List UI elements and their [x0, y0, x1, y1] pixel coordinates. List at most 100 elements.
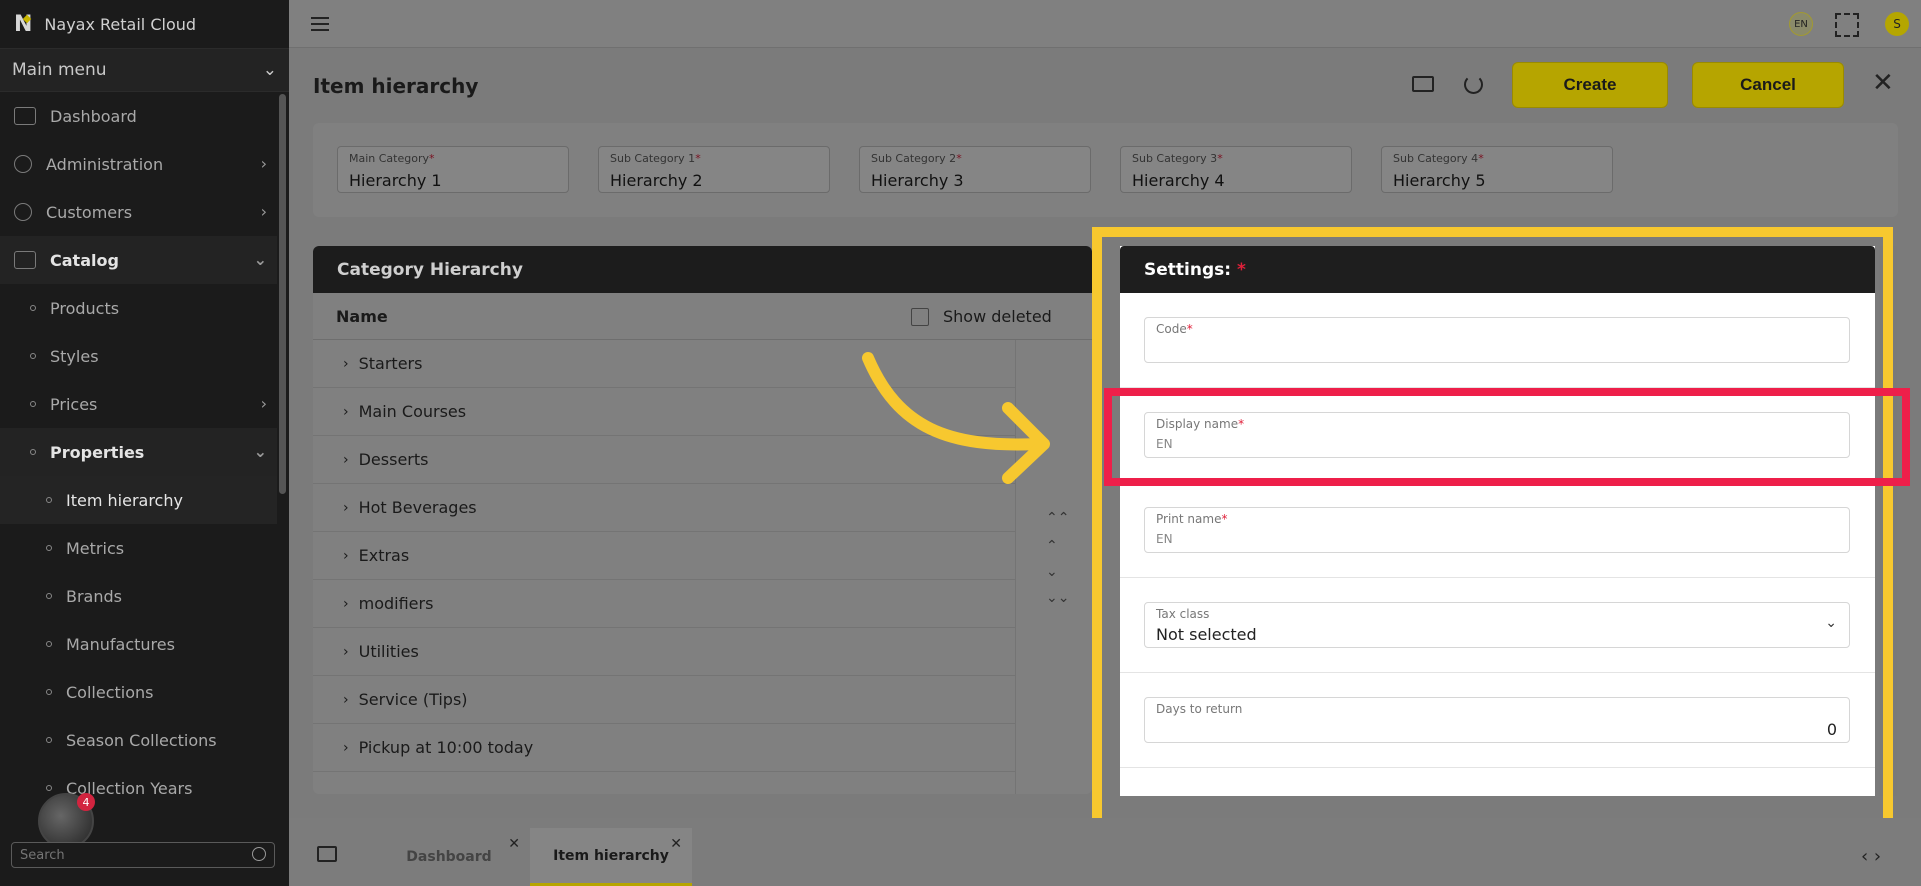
gear-icon	[14, 155, 32, 173]
show-deleted-toggle[interactable]: Show deleted	[911, 307, 1052, 326]
tab-item-hierarchy[interactable]: Item hierarchy ✕	[530, 828, 692, 886]
refresh-icon[interactable]	[1464, 75, 1483, 94]
chevron-down-icon: ⌄	[253, 442, 267, 461]
search-icon[interactable]	[252, 847, 266, 861]
close-icon[interactable]: ✕	[508, 836, 520, 852]
move-to-bottom-icon[interactable]: ⌄⌄	[1046, 590, 1069, 606]
hamburger-menu-icon[interactable]	[311, 17, 329, 31]
list-item[interactable]: › modifiers	[313, 580, 1015, 628]
show-deleted-checkbox[interactable]	[911, 307, 929, 326]
chevron-right-icon[interactable]: ›	[343, 452, 349, 468]
sub-category-3-field[interactable]: Sub Category 3* Hierarchy 4	[1120, 146, 1352, 193]
move-up-icon[interactable]: ⌃	[1046, 538, 1058, 554]
show-deleted-label: Show deleted	[943, 307, 1052, 326]
list-item[interactable]: › Utilities	[313, 628, 1015, 676]
divider	[1120, 387, 1875, 388]
app-name: Nayax Retail Cloud	[44, 14, 197, 34]
sidebar-item-products[interactable]: Products	[0, 284, 277, 332]
sub-category-2-field[interactable]: Sub Category 2* Hierarchy 3	[859, 146, 1091, 193]
main-category-field[interactable]: Main Category* Hierarchy 1	[337, 146, 569, 193]
tab-scroll-arrows[interactable]: ‹ ›	[1861, 846, 1881, 867]
language-selector[interactable]: EN	[1789, 12, 1813, 36]
field-label: Sub Category 1*	[610, 152, 701, 165]
required-marker: *	[1186, 322, 1193, 336]
create-button[interactable]: Create	[1512, 62, 1668, 108]
sidebar-item-customers[interactable]: Customers ›	[0, 188, 277, 236]
sidebar-item-catalog[interactable]: Catalog ⌄	[0, 236, 277, 284]
field-label-text: Display name	[1156, 417, 1239, 431]
app-logo[interactable]: N Nayax Retail Cloud	[0, 0, 289, 48]
code-field[interactable]: Code*	[1144, 317, 1850, 363]
field-label: Print name*	[1156, 512, 1227, 526]
settings-scrollbar[interactable]	[1879, 246, 1897, 796]
sidebar: N Nayax Retail Cloud Main menu ⌄ Dashboa…	[0, 0, 289, 886]
list-item[interactable]: › Service (Tips)	[313, 676, 1015, 724]
bullet-icon	[46, 545, 52, 551]
required-marker: *	[1217, 152, 1223, 165]
list-item[interactable]: › Pickup at 10:00 today	[313, 724, 1015, 772]
sidebar-item-properties[interactable]: Properties ⌄	[0, 428, 277, 476]
bullet-icon	[30, 449, 36, 455]
close-icon[interactable]: ✕	[1872, 70, 1894, 96]
sidebar-item-season-collections[interactable]: Season Collections	[0, 716, 277, 764]
tab-dashboard[interactable]: Dashboard ✕	[368, 828, 530, 886]
sub-category-1-field[interactable]: Sub Category 1* Hierarchy 2	[598, 146, 830, 193]
sidebar-scrollbar[interactable]	[279, 94, 286, 494]
dashboard-icon	[14, 107, 36, 125]
chevron-right-icon[interactable]: ›	[343, 644, 349, 660]
field-label-text: Code	[1156, 322, 1187, 336]
list-item[interactable]: › Hot Beverages	[313, 484, 1015, 532]
field-label-text: Sub Category 1	[610, 152, 696, 165]
sidebar-item-metrics[interactable]: Metrics	[0, 524, 277, 572]
main-menu-toggle[interactable]: Main menu ⌄	[0, 48, 289, 92]
chevron-right-icon[interactable]: ›	[343, 692, 349, 708]
language-tag: EN	[1156, 532, 1173, 546]
user-avatar[interactable]: S	[1885, 12, 1909, 36]
annotation-arrow-icon	[862, 352, 1050, 484]
bullet-icon	[30, 353, 36, 359]
hierarchy-fields-bar: Main Category* Hierarchy 1 Sub Category …	[313, 123, 1898, 217]
sidebar-item-styles[interactable]: Styles	[0, 332, 277, 380]
tab-label: Dashboard	[406, 849, 492, 865]
chevron-right-icon[interactable]: ›	[343, 500, 349, 516]
users-icon	[14, 203, 32, 221]
chevron-right-icon: ›	[260, 202, 267, 221]
required-marker: *	[1221, 512, 1228, 526]
chevron-right-icon[interactable]: ›	[343, 356, 349, 372]
sidebar-item-brands[interactable]: Brands	[0, 572, 277, 620]
close-icon[interactable]: ✕	[670, 836, 682, 852]
sidebar-item-manufactures[interactable]: Manufactures	[0, 620, 277, 668]
list-item-label: Service (Tips)	[358, 690, 468, 709]
chevron-right-icon[interactable]: ›	[343, 740, 349, 756]
required-marker: *	[695, 152, 701, 165]
field-label-text: Main Category	[349, 152, 430, 165]
sidebar-item-label: Products	[50, 298, 120, 318]
field-label-text: Sub Category 3	[1132, 152, 1218, 165]
cancel-button[interactable]: Cancel	[1692, 62, 1844, 108]
sidebar-search-input[interactable]	[20, 847, 240, 863]
sidebar-item-dashboard[interactable]: Dashboard	[0, 92, 277, 140]
tabs-overview-icon[interactable]	[317, 846, 337, 862]
sidebar-item-collections[interactable]: Collections	[0, 668, 277, 716]
sidebar-item-administration[interactable]: Administration ›	[0, 140, 277, 188]
bullet-icon	[46, 497, 52, 503]
pin-icon[interactable]	[1412, 76, 1434, 92]
print-name-field[interactable]: Print name* EN	[1144, 507, 1850, 553]
days-to-return-field[interactable]: Days to return 0	[1144, 697, 1850, 743]
chevron-right-icon[interactable]: ›	[343, 404, 349, 420]
sidebar-item-item-hierarchy[interactable]: Item hierarchy	[0, 476, 277, 524]
field-label-text: Sub Category 4	[1393, 152, 1479, 165]
chevron-right-icon[interactable]: ›	[343, 548, 349, 564]
page-title: Item hierarchy	[313, 74, 479, 98]
fullscreen-icon[interactable]	[1835, 13, 1859, 37]
sidebar-search	[11, 842, 275, 868]
display-name-field[interactable]: Display name* EN	[1144, 412, 1850, 458]
chevron-right-icon[interactable]: ›	[343, 596, 349, 612]
sub-category-4-field[interactable]: Sub Category 4* Hierarchy 5	[1381, 146, 1613, 193]
list-item[interactable]: › Extras	[313, 532, 1015, 580]
move-down-icon[interactable]: ⌄	[1046, 564, 1058, 580]
tax-class-select[interactable]: Tax class Not selected ⌄	[1144, 602, 1850, 648]
move-to-top-icon[interactable]: ⌃⌃	[1046, 510, 1069, 526]
main-menu-label: Main menu	[12, 60, 107, 80]
sidebar-item-prices[interactable]: Prices ›	[0, 380, 277, 428]
